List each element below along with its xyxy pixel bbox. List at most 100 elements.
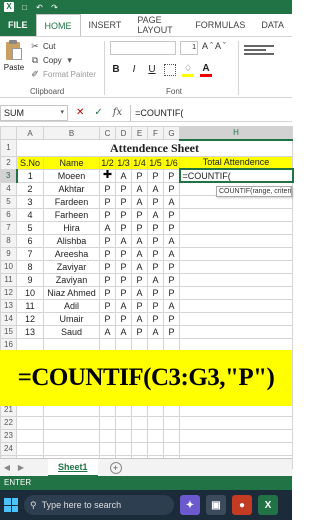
row-header[interactable]: 14 <box>0 311 17 326</box>
copy-button[interactable]: ⧉ Copy ▾ <box>30 53 96 67</box>
total-cell[interactable] <box>179 259 293 274</box>
total-cell[interactable] <box>179 246 293 261</box>
prev-sheet-icon[interactable]: ◀ <box>0 463 14 472</box>
next-sheet-icon[interactable]: ▶ <box>14 463 28 472</box>
attendance-cell[interactable]: P <box>115 272 132 287</box>
attendance-cell[interactable]: P <box>115 181 132 196</box>
font-color-button[interactable]: A <box>200 63 212 77</box>
attendance-cell[interactable]: P <box>99 181 116 196</box>
tab-file[interactable]: FILE <box>0 14 36 36</box>
attendance-cell[interactable]: A <box>115 298 132 313</box>
header-cell[interactable]: Total Attendence <box>179 155 293 170</box>
empty-cell[interactable] <box>163 428 180 443</box>
name-cell[interactable]: Akhtar <box>43 181 100 196</box>
empty-cell[interactable] <box>43 441 100 456</box>
empty-cell[interactable] <box>179 428 293 443</box>
name-cell[interactable]: Fardeen <box>43 194 100 209</box>
attendance-cell[interactable]: P <box>115 259 132 274</box>
attendance-cell[interactable]: P <box>115 194 132 209</box>
attendance-cell[interactable]: A <box>163 298 180 313</box>
sno-cell[interactable]: 4 <box>16 207 44 222</box>
row-header[interactable]: 3 <box>0 168 18 183</box>
row-header[interactable]: 22 <box>0 415 17 430</box>
row-header[interactable]: 1 <box>0 139 17 157</box>
empty-cell[interactable] <box>16 415 44 430</box>
name-cell[interactable]: Hira <box>43 220 100 235</box>
total-cell[interactable] <box>179 324 293 339</box>
attendance-cell[interactable]: P <box>147 168 164 183</box>
empty-cell[interactable] <box>147 415 164 430</box>
empty-cell[interactable] <box>99 415 116 430</box>
sheet-tab-active[interactable]: Sheet1 <box>48 458 98 477</box>
tab-page-layout[interactable]: PAGE LAYOUT <box>129 14 187 36</box>
select-all-corner[interactable] <box>0 126 17 140</box>
confirm-icon[interactable]: ✓ <box>94 107 102 118</box>
total-cell[interactable] <box>179 285 293 300</box>
row-header[interactable]: 9 <box>0 246 17 261</box>
sno-cell[interactable]: 1 <box>16 168 44 183</box>
row-header[interactable]: 11 <box>0 272 17 287</box>
header-cell[interactable]: 1/5 <box>147 155 164 170</box>
row-header[interactable]: 12 <box>0 285 17 300</box>
attendance-cell[interactable]: A <box>131 259 148 274</box>
attendance-cell[interactable]: P <box>163 181 180 196</box>
format-painter-button[interactable]: ✐ Format Painter <box>30 67 96 81</box>
sno-cell[interactable]: 11 <box>16 298 44 313</box>
row-header[interactable]: 6 <box>0 207 17 222</box>
empty-cell[interactable] <box>163 441 180 456</box>
add-sheet-icon[interactable]: + <box>109 461 122 474</box>
fill-color-button[interactable]: ♢ <box>182 63 194 77</box>
attendance-cell[interactable]: A <box>163 194 180 209</box>
empty-cell[interactable] <box>131 441 148 456</box>
empty-cell[interactable] <box>43 415 100 430</box>
row-header[interactable]: 5 <box>0 194 17 209</box>
attendance-cell[interactable]: P <box>147 311 164 326</box>
total-cell[interactable] <box>179 272 293 287</box>
name-cell[interactable]: Areesha <box>43 246 100 261</box>
attendance-cell[interactable]: P <box>147 259 164 274</box>
attendance-cell[interactable]: P <box>99 259 116 274</box>
empty-cell[interactable] <box>16 428 44 443</box>
empty-cell[interactable] <box>179 441 293 456</box>
tab-home[interactable]: HOME <box>35 14 81 36</box>
attendance-cell[interactable]: P <box>147 233 164 248</box>
column-header[interactable]: G <box>163 126 180 140</box>
attendance-cell[interactable]: P <box>163 311 180 326</box>
attendance-cell[interactable]: A <box>147 272 164 287</box>
cut-button[interactable]: ✂ Cut <box>30 39 96 53</box>
attendance-cell[interactable]: P <box>131 298 148 313</box>
sno-cell[interactable]: 3 <box>16 194 44 209</box>
attendance-cell[interactable]: A <box>163 233 180 248</box>
name-cell[interactable]: Zaviyar <box>43 259 100 274</box>
name-cell[interactable]: Adil <box>43 298 100 313</box>
taskbar-search[interactable]: ⚲ Type here to search <box>24 495 174 515</box>
attendance-cell[interactable]: P <box>131 324 148 339</box>
total-cell[interactable] <box>179 233 293 248</box>
header-cell[interactable]: 1/3 <box>115 155 132 170</box>
empty-cell[interactable] <box>163 415 180 430</box>
attendance-cell[interactable]: A <box>115 233 132 248</box>
row-header[interactable]: 15 <box>0 324 17 339</box>
attendance-cell[interactable]: A <box>131 194 148 209</box>
attendance-cell[interactable]: A <box>131 181 148 196</box>
tab-formulas[interactable]: FORMULAS <box>187 14 253 36</box>
underline-button[interactable]: U <box>146 63 158 77</box>
attendance-cell[interactable]: P <box>163 220 180 235</box>
name-cell[interactable]: Niaz Ahmed <box>43 285 100 300</box>
alignment-icon[interactable] <box>244 43 288 57</box>
column-header[interactable]: E <box>131 126 148 140</box>
attendance-cell[interactable]: P <box>131 220 148 235</box>
row-header[interactable]: 13 <box>0 298 17 313</box>
empty-cell[interactable] <box>43 428 100 443</box>
attendance-cell[interactable]: P <box>163 168 180 183</box>
borders-button[interactable] <box>164 64 176 76</box>
attendance-cell[interactable]: P <box>131 272 148 287</box>
row-header[interactable]: 4 <box>0 181 17 196</box>
column-header[interactable]: B <box>43 126 100 140</box>
task-view-icon[interactable]: ▣ <box>206 495 226 515</box>
attendance-cell[interactable]: P <box>163 285 180 300</box>
attendance-cell[interactable]: A <box>131 285 148 300</box>
empty-cell[interactable] <box>115 428 132 443</box>
name-cell[interactable]: Zaviyan <box>43 272 100 287</box>
name-cell[interactable]: Umair <box>43 311 100 326</box>
